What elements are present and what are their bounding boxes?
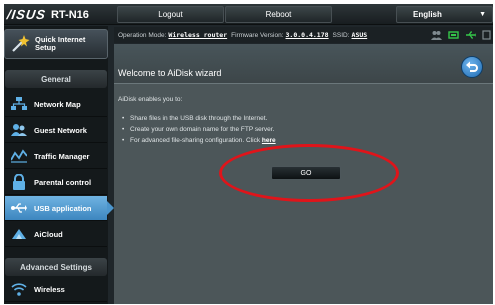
general-header: General (5, 70, 107, 88)
sidebar-item-aicloud[interactable]: AiCloud (5, 222, 107, 247)
list-item: Create your own domain name for the FTP … (118, 126, 276, 137)
content-header: Welcome to AiDisk wizard (114, 44, 493, 84)
language-select[interactable]: English ▼ (396, 6, 493, 23)
ssid-link[interactable]: ASUS (352, 31, 368, 39)
operation-mode-link[interactable]: Wireless router (168, 31, 227, 39)
sidebar-item-guest-network[interactable]: Guest Network (5, 118, 107, 143)
main-content: Welcome to AiDisk wizard AiDisk enables … (114, 44, 493, 304)
sidebar-item-label: Traffic Manager (34, 151, 90, 161)
sidebar: Quick Internet Setup General Network Map… (4, 26, 114, 304)
go-button[interactable]: GO (271, 166, 341, 180)
asus-logo: /ISUS RT-N16 (5, 7, 117, 22)
sidebar-item-label: Parental control (34, 177, 92, 187)
sidebar-item-label: Network Map (34, 99, 81, 109)
quick-setup-label: Quick Internet Setup (35, 35, 86, 52)
logout-button[interactable]: Logout (117, 6, 224, 23)
wireless-icon (10, 281, 28, 297)
printer-status-icon[interactable] (482, 30, 491, 42)
usb-status-icon[interactable] (465, 30, 476, 42)
chevron-down-icon: ▼ (479, 11, 486, 18)
list-item-text: For advanced file-sharing configuration.… (130, 137, 261, 144)
operation-mode-label: Operation Mode: (118, 31, 167, 39)
sidebar-item-traffic-manager[interactable]: Traffic Manager (5, 144, 107, 169)
usb-icon (10, 200, 28, 216)
reboot-button[interactable]: Reboot (225, 6, 332, 23)
feature-list: Share files in the USB disk through the … (118, 115, 276, 148)
clients-icon[interactable] (431, 30, 442, 42)
sidebar-item-usb-application[interactable]: USB application (5, 196, 114, 221)
back-arrow-icon[interactable] (461, 56, 483, 78)
cloud-icon (10, 226, 28, 242)
sidebar-item-label: AiCloud (34, 229, 63, 239)
quick-internet-setup-button[interactable]: Quick Internet Setup (4, 29, 108, 59)
magic-wand-icon (9, 33, 31, 55)
lock-icon (10, 174, 28, 190)
list-item: For advanced file-sharing configuration.… (118, 137, 276, 148)
advanced-config-link[interactable]: here (262, 137, 276, 144)
firmware-version-link[interactable]: 3.0.0.4.178 (286, 31, 329, 39)
internet-status-icon[interactable] (448, 30, 459, 42)
sidebar-item-wireless[interactable]: Wireless (5, 277, 107, 302)
list-item: Share files in the USB disk through the … (118, 115, 276, 126)
traffic-manager-icon (10, 148, 28, 164)
firmware-label: Firmware Version: (231, 31, 284, 39)
sidebar-item-label: Wireless (34, 284, 65, 294)
advanced-settings-header: Advanced Settings (5, 258, 107, 276)
sidebar-item-parental-control[interactable]: Parental control (5, 170, 107, 195)
status-icons (431, 30, 491, 42)
sidebar-item-label: Guest Network (34, 125, 87, 135)
sidebar-item-network-map[interactable]: Network Map (5, 92, 107, 117)
sidebar-item-label: USB application (34, 203, 92, 213)
router-model: RT-N16 (50, 8, 89, 21)
page-title: Welcome to AiDisk wizard (118, 68, 222, 78)
top-bar: /ISUS RT-N16 Logout Reboot English ▼ (4, 4, 493, 25)
intro-text: AiDisk enables you to: (118, 96, 183, 103)
router-admin-window: /ISUS RT-N16 Logout Reboot English ▼ Qui… (4, 4, 493, 304)
network-map-icon (10, 96, 28, 112)
ssid-label: SSID: (332, 31, 350, 39)
language-value: English (413, 10, 442, 19)
status-bar: Operation Mode: Wireless router Firmware… (114, 27, 493, 43)
brand-logo: /ISUS (5, 7, 48, 22)
guest-network-icon (10, 122, 28, 138)
